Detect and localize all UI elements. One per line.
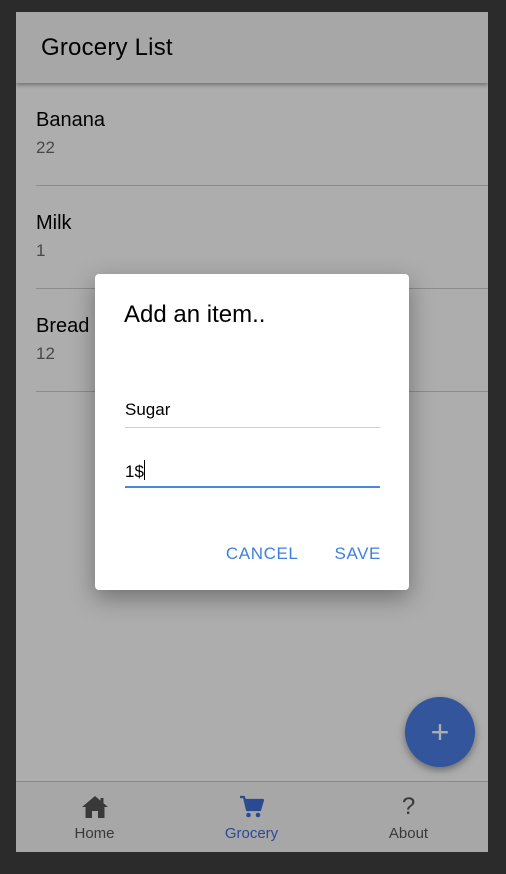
item-name-value: Sugar	[125, 400, 171, 419]
cancel-button[interactable]: CANCEL	[226, 544, 299, 564]
item-name-field[interactable]: Sugar	[125, 392, 380, 428]
add-item-dialog: Add an item.. Sugar 1$ CANCEL SAVE	[95, 274, 409, 590]
dialog-actions: CANCEL SAVE	[226, 544, 381, 564]
item-quantity-field[interactable]: 1$	[125, 452, 380, 488]
field-underline	[125, 427, 380, 428]
save-button[interactable]: SAVE	[335, 544, 382, 564]
app-frame: Grocery List Banana 22 Milk 1 Bread 12 +	[16, 12, 488, 852]
dialog-title: Add an item..	[124, 301, 266, 328]
item-quantity-value: 1$	[125, 460, 145, 481]
field-underline-focused	[125, 486, 380, 488]
text-caret	[143, 460, 145, 480]
